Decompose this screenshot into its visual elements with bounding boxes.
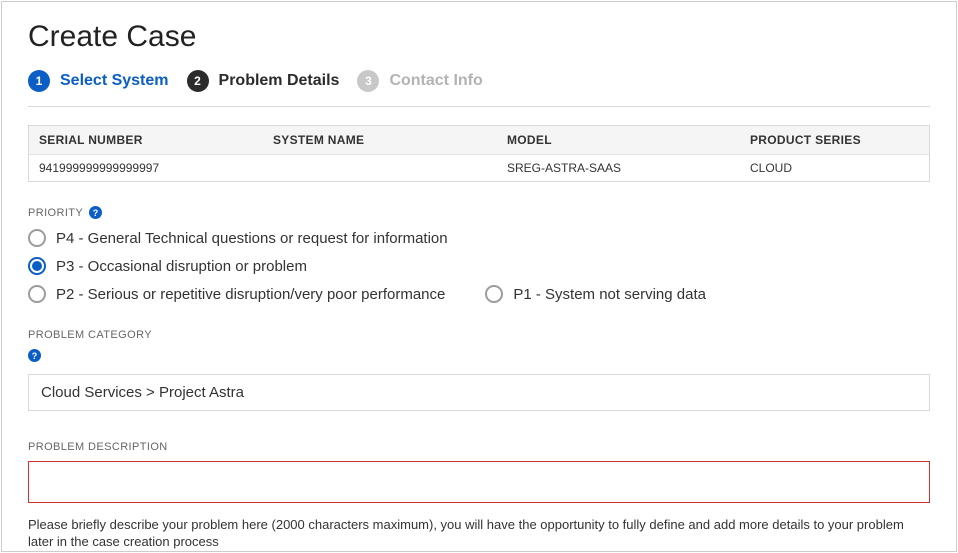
problem-category-section: PROBLEM CATEGORY ? Cloud Services > Proj…: [28, 329, 930, 411]
product-series-value: CLOUD: [740, 155, 929, 181]
priority-option-p4[interactable]: P4 - General Technical questions or requ…: [28, 229, 930, 247]
description-hint: Please briefly describe your problem her…: [28, 516, 930, 551]
problem-category-value: Cloud Services > Project Astra: [41, 384, 244, 401]
priority-label-row: PRIORITY ?: [28, 206, 930, 219]
col-series-header: PRODUCT SERIES: [740, 126, 929, 154]
priority-option-label: P1 - System not serving data: [513, 286, 706, 303]
step-label: Select System: [60, 72, 169, 90]
model-value: SREG-ASTRA-SAAS: [497, 155, 740, 181]
priority-option-p3[interactable]: P3 - Occasional disruption or problem: [28, 257, 930, 275]
system-table: SERIAL NUMBER SYSTEM NAME MODEL PRODUCT …: [28, 125, 930, 182]
wizard-steps: 1 Select System 2 Problem Details 3 Cont…: [28, 70, 930, 107]
priority-option-p2[interactable]: P2 - Serious or repetitive disruption/ve…: [28, 285, 445, 303]
help-icon[interactable]: ?: [28, 349, 41, 362]
priority-option-p1[interactable]: P1 - System not serving data: [485, 285, 706, 303]
problem-description-input[interactable]: [28, 461, 930, 503]
step-select-system[interactable]: 1 Select System: [28, 70, 169, 92]
col-model-header: MODEL: [497, 126, 740, 154]
radio-icon: [28, 285, 46, 303]
step-contact-info[interactable]: 3 Contact Info: [357, 70, 482, 92]
page-title: Create Case: [28, 20, 930, 54]
help-icon[interactable]: ?: [89, 206, 102, 219]
problem-category-select[interactable]: Cloud Services > Project Astra: [28, 374, 930, 411]
step-number-icon: 1: [28, 70, 50, 92]
step-label: Contact Info: [389, 72, 482, 90]
radio-icon: [485, 285, 503, 303]
priority-option-label: P2 - Serious or repetitive disruption/ve…: [56, 286, 445, 303]
category-label: PROBLEM CATEGORY: [28, 329, 930, 341]
priority-option-label: P3 - Occasional disruption or problem: [56, 258, 307, 275]
priority-label: PRIORITY: [28, 207, 83, 219]
create-case-panel: Create Case 1 Select System 2 Problem De…: [1, 1, 957, 552]
step-label: Problem Details: [219, 72, 340, 90]
problem-description-section: PROBLEM DESCRIPTION Please briefly descr…: [28, 441, 930, 551]
radio-icon: [28, 257, 46, 275]
description-label: PROBLEM DESCRIPTION: [28, 441, 930, 453]
step-number-icon: 3: [357, 70, 379, 92]
serial-number-value: 941999999999999997: [29, 155, 263, 181]
table-header-row: SERIAL NUMBER SYSTEM NAME MODEL PRODUCT …: [29, 126, 929, 155]
col-name-header: SYSTEM NAME: [263, 126, 497, 154]
radio-icon: [28, 229, 46, 247]
table-row[interactable]: 941999999999999997 SREG-ASTRA-SAAS CLOUD: [29, 155, 929, 181]
step-problem-details[interactable]: 2 Problem Details: [187, 70, 340, 92]
priority-option-label: P4 - General Technical questions or requ…: [56, 230, 448, 247]
step-number-icon: 2: [187, 70, 209, 92]
system-name-value: [263, 155, 497, 181]
priority-section: PRIORITY ? P4 - General Technical questi…: [28, 206, 930, 303]
col-serial-header: SERIAL NUMBER: [29, 126, 263, 154]
